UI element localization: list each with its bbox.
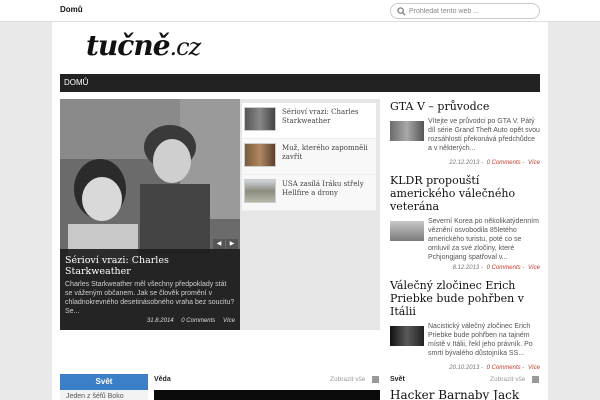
search-input[interactable] <box>409 6 535 17</box>
article-date: 20.10.2013 <box>449 365 480 371</box>
article-meta: 22.12.2013 - 0 Comments - Více <box>449 160 540 166</box>
article-meta: 20.10.2013 - 0 Comments - Více <box>449 365 540 371</box>
featured-comments-link[interactable]: 0 Comments <box>181 318 215 324</box>
veda-rss-icon[interactable] <box>372 376 379 383</box>
article-comments-link[interactable]: 0 Comments <box>487 265 521 271</box>
slider-thumb[interactable]: Sérioví vrazi: Charles Starkweather <box>242 103 376 139</box>
featured-excerpt: Charles Starkweather měl všechny předpok… <box>65 281 235 315</box>
article-image[interactable] <box>390 326 424 346</box>
featured-date: 31.8.2014 <box>146 318 174 324</box>
thumb-image <box>244 143 276 167</box>
featured-slider: ◀ ▶ Sérioví vrazi: Charles Starkweather C… <box>60 99 240 330</box>
article-comments-link[interactable]: 0 Comments <box>487 365 521 371</box>
veda-image[interactable] <box>154 390 380 400</box>
thumb-title: USA zasílá Iráku střely Hellfire a drony <box>282 180 364 197</box>
tab-svet[interactable]: Svět <box>60 374 148 390</box>
article-title[interactable]: Válečný zločinec Erich Priebke bude pohř… <box>390 279 540 318</box>
article-list: GTA V – průvodce Vítejte ve průvodci po … <box>390 100 540 379</box>
svet-list-item[interactable]: Jeden z šéfů Boko <box>60 390 148 400</box>
search-box[interactable] <box>390 3 540 19</box>
slider-thumb[interactable]: Muž, kterého zapomněli zavřít <box>242 139 376 175</box>
veda-show-all-link[interactable]: Zobrazit vše <box>330 376 365 383</box>
article-title[interactable]: KLDR propouští amerického válečného vete… <box>390 174 540 213</box>
main-navbar: DOMŮ <box>60 74 540 92</box>
article-meta: 8.12.2013 - 0 Comments - Více <box>452 265 540 271</box>
search-icon <box>397 7 406 16</box>
article-excerpt: Severní Korea po několikatýdenním vězněn… <box>428 218 539 261</box>
article-more-link[interactable]: Více <box>528 365 540 371</box>
article-body: Nacistický válečný zločinec Erich Priebk… <box>390 322 540 362</box>
article-title[interactable]: GTA V – průvodce <box>390 100 540 113</box>
page-container: tučně.cz DOMŮ ◀ ▶ Sérioví vrazi: Charles … <box>52 22 548 400</box>
top-bar: Domů <box>0 0 600 22</box>
featured-more-link[interactable]: Více <box>223 318 235 324</box>
svet-rss-icon[interactable] <box>532 376 539 383</box>
article-item: Válečný zločinec Erich Priebke bude pohř… <box>390 279 540 371</box>
article-item: GTA V – průvodce Vítejte ve průvodci po … <box>390 100 540 166</box>
article-image[interactable] <box>390 221 424 241</box>
thumb-image <box>244 107 276 131</box>
article-image[interactable] <box>390 121 424 141</box>
section-title-veda: Věda <box>154 376 171 383</box>
nav-item-home[interactable]: DOMŮ <box>64 78 88 87</box>
article-date: 22.12.2013 <box>449 160 480 166</box>
featured-caption: Sérioví vrazi: Charles Starkweather Char… <box>60 249 240 330</box>
svet-article-title[interactable]: Hacker Barnaby Jack <box>390 388 519 400</box>
article-item: KLDR propouští amerického válečného vete… <box>390 174 540 271</box>
logo-suffix: .cz <box>169 33 202 61</box>
thumb-title: Sérioví vrazi: Charles Starkweather <box>282 108 359 125</box>
article-excerpt: Vítejte ve průvodci po GTA V. Pátý díl s… <box>428 118 540 152</box>
article-more-link[interactable]: Více <box>528 265 540 271</box>
svet-show-all-link[interactable]: Zobrazit vše <box>490 376 525 383</box>
article-excerpt: Nacistický válečný zločinec Erich Priebk… <box>428 323 533 357</box>
site-logo[interactable]: tučně.cz <box>86 29 202 62</box>
slider-thumbs: Sérioví vrazi: Charles Starkweather Muž,… <box>242 103 376 211</box>
thumb-image <box>244 179 276 203</box>
article-comments-link[interactable]: 0 Comments <box>487 160 521 166</box>
slider-arrows: ◀ ▶ <box>212 232 238 250</box>
logo-main: tučně <box>86 29 171 62</box>
article-date: 8.12.2013 <box>452 265 480 271</box>
slider-thumb[interactable]: USA zasílá Iráku střely Hellfire a drony <box>242 175 376 211</box>
section-title-svet: Svět <box>390 376 405 383</box>
article-body: Severní Korea po několikatýdenním vězněn… <box>390 217 540 262</box>
top-nav-home-link[interactable]: Domů <box>60 5 83 14</box>
article-more-link[interactable]: Více <box>528 160 540 166</box>
article-body: Vítejte ve průvodci po GTA V. Pátý díl s… <box>390 117 540 157</box>
featured-title[interactable]: Sérioví vrazi: Charles Starkweather <box>65 255 235 277</box>
featured-meta: 31.8.2014 0 Comments Více <box>141 318 235 324</box>
thumb-title: Muž, kterého zapomněli zavřít <box>282 144 368 161</box>
